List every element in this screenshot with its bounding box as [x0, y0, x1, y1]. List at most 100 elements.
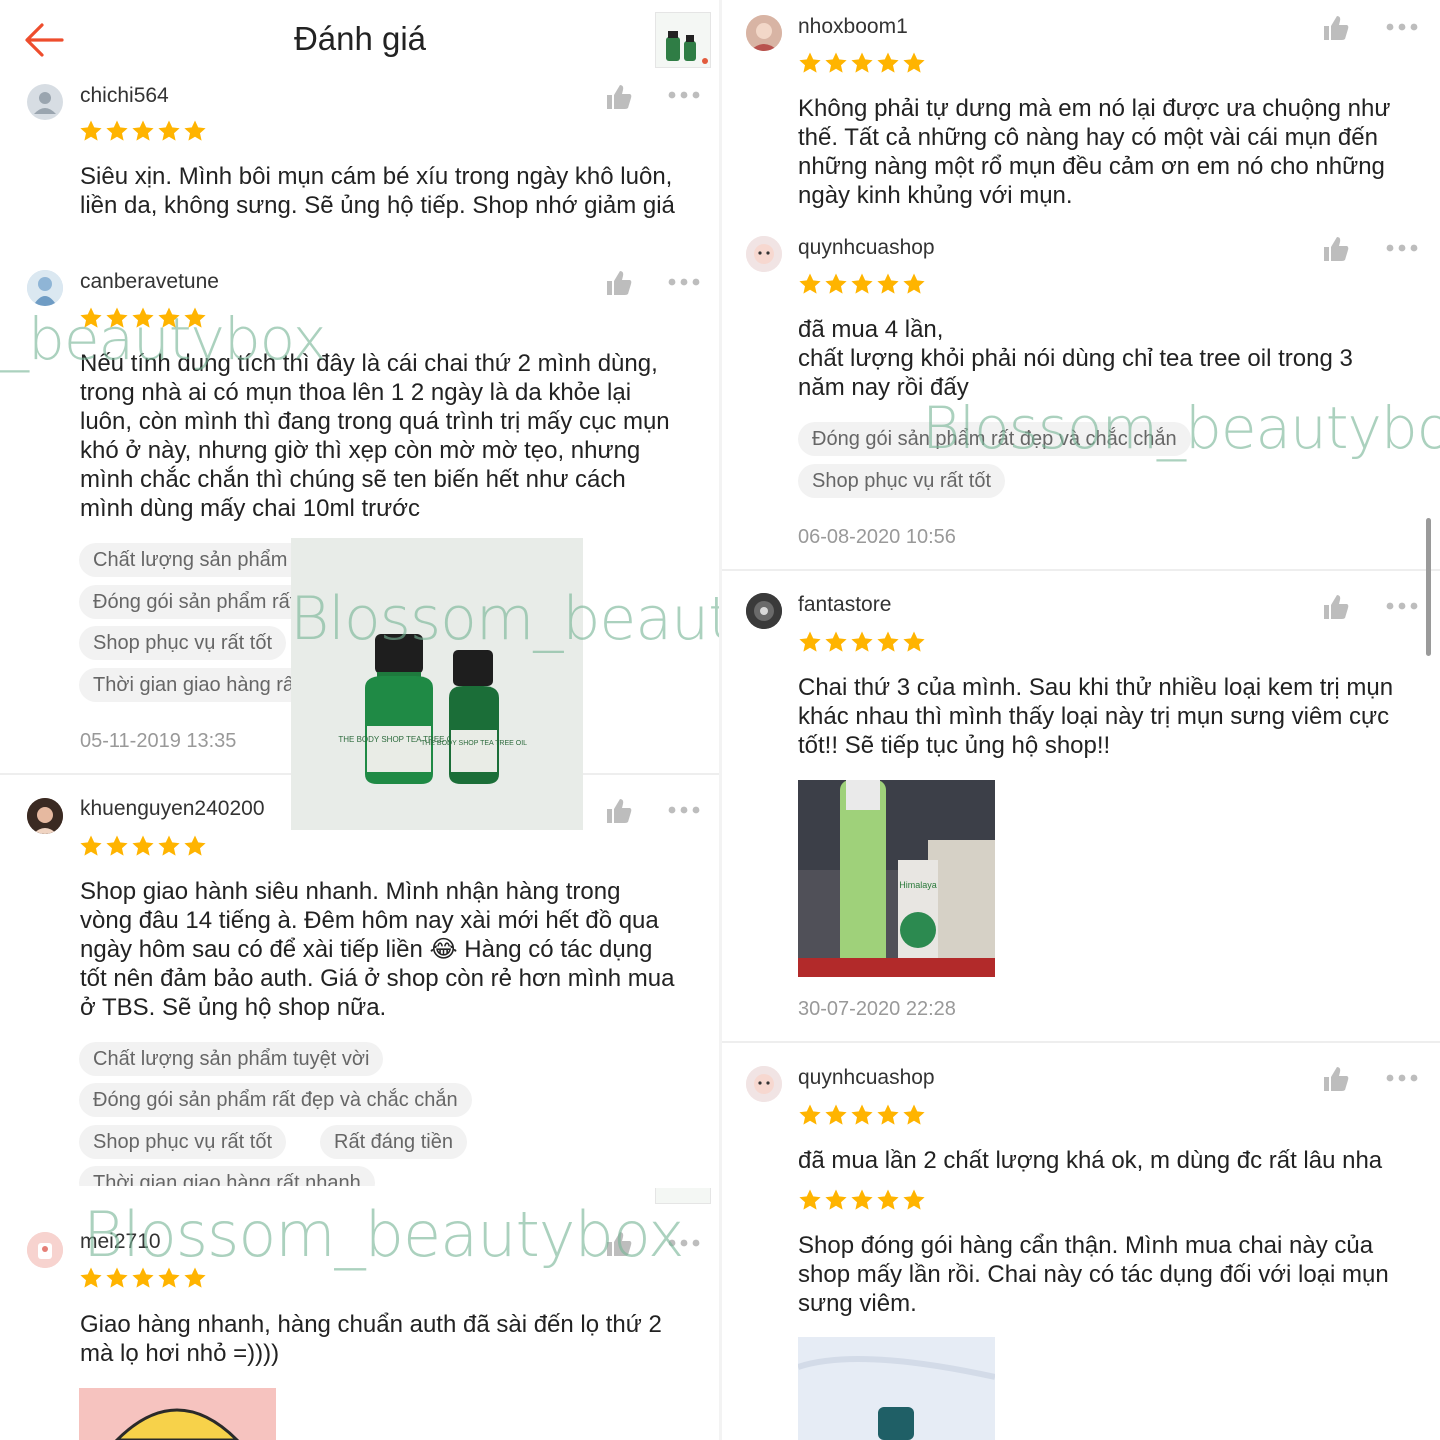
review-username[interactable]: quynhcuashop — [798, 1066, 935, 1090]
product-bottle-image — [666, 31, 708, 64]
product-photo[interactable]: THE BODY SHOP TEA TREE OIL THE BODY SHOP… — [291, 538, 583, 830]
emoji-sticker-image — [79, 1388, 276, 1440]
review-text-line: ngày hôm sau có để xài tiếp liền 😂 Hàng … — [80, 936, 653, 963]
star-rating — [798, 630, 926, 654]
review-text-line: liền da, không sưng. Sẽ ủng hộ tiếp. Sho… — [80, 192, 675, 219]
more-dots-icon[interactable] — [668, 805, 700, 815]
bottle-photo-image — [798, 1337, 995, 1440]
more-dots-icon[interactable] — [1386, 601, 1418, 611]
review-username[interactable]: fantastore — [798, 593, 891, 617]
star-icon — [825, 631, 847, 652]
product-thumbnail[interactable] — [655, 12, 711, 68]
avatar[interactable] — [27, 270, 63, 306]
review-photo[interactable] — [79, 1388, 276, 1440]
star-icon — [184, 307, 206, 328]
review-text-line: đã mua lần 2 chất lượng khá ok, m dùng đ… — [798, 1147, 1383, 1174]
review-separator — [722, 1041, 1440, 1043]
review-text-line: chất lượng khỏi phải nói dùng chỉ tea tr… — [798, 345, 1353, 372]
more-dots-icon[interactable] — [1386, 22, 1418, 32]
thumbs-up-icon[interactable] — [604, 796, 634, 826]
star-icon — [877, 1104, 899, 1125]
star-rating — [798, 272, 926, 296]
star-icon — [158, 1267, 180, 1288]
review-photo[interactable] — [798, 1337, 995, 1440]
scrollbar[interactable] — [1426, 518, 1431, 656]
review-text-line: Nếu tính dung tích thì đây là cái chai t… — [80, 350, 658, 377]
review-photo[interactable]: Himalaya — [798, 780, 995, 977]
review-text-line: Shop giao hành siêu nhanh. Mình nhận hàn… — [80, 878, 621, 905]
star-icon — [106, 120, 128, 141]
more-dots-icon[interactable] — [668, 277, 700, 287]
star-icon — [903, 1189, 925, 1210]
thumbs-up-icon[interactable] — [604, 82, 634, 112]
thumbs-up-icon[interactable] — [604, 1229, 634, 1259]
review-timestamp: 06-08-2020 10:56 — [798, 526, 956, 548]
review-tag: Đóng gói sản phẩm rất đẹp và chắc chắn — [798, 422, 1191, 456]
thumbs-up-icon[interactable] — [1321, 13, 1351, 43]
star-icon — [80, 1267, 102, 1288]
review-text-line: khác nhau thì mình thấy loại này trị mụn… — [798, 703, 1390, 730]
review-text-line: trong nhà ai có mụn thoa lên 1 2 ngày là… — [80, 379, 632, 406]
star-icon — [903, 273, 925, 294]
star-icon — [903, 52, 925, 73]
thumbs-up-icon[interactable] — [604, 268, 634, 298]
header-bar: Đánh giá — [0, 0, 720, 80]
review-username[interactable]: canberavetune — [80, 270, 219, 294]
review-text-line: vòng đâu 14 tiếng à. Đêm hôm nay xài mới… — [80, 907, 659, 934]
review-text-line: Siêu xịn. Mình bôi mụn cám bé xíu trong … — [80, 163, 673, 190]
avatar[interactable] — [746, 1066, 782, 1102]
more-dots-icon[interactable] — [668, 90, 700, 100]
review-text-line: đã mua 4 lần, — [798, 316, 944, 343]
star-icon — [877, 273, 899, 294]
review-text: đã mua 4 lần, chất lượng khỏi phải nói d… — [798, 315, 1353, 402]
star-icon — [851, 1104, 873, 1125]
avatar[interactable] — [746, 15, 782, 51]
review-separator — [722, 569, 1440, 571]
star-rating — [79, 306, 207, 330]
review-text-line: sưng viêm. — [798, 1290, 917, 1317]
more-dots-icon[interactable] — [1386, 243, 1418, 253]
avatar-cartoon-image — [27, 1232, 63, 1268]
thumbs-up-icon[interactable] — [1321, 1064, 1351, 1094]
review-text-line: thế. Tất cả những cô nàng hay có một vài… — [798, 124, 1378, 151]
review-username[interactable]: nhoxboom1 — [798, 15, 908, 39]
star-icon — [799, 1104, 821, 1125]
star-icon — [799, 273, 821, 294]
cut-mask — [0, 222, 720, 234]
star-rating — [79, 834, 207, 858]
review-text-line: ở TBS. Sẽ ủng hộ shop nữa. — [80, 994, 387, 1021]
star-icon — [184, 835, 206, 856]
avatar[interactable] — [746, 236, 782, 272]
star-icon — [851, 631, 873, 652]
more-dots-icon[interactable] — [1386, 1073, 1418, 1083]
review-text-line: mình dùng mấy chai 10ml trước — [80, 495, 420, 522]
review-text: Shop đóng gói hàng cẩn thận. Mình mua ch… — [798, 1231, 1389, 1318]
thumbs-up-icon[interactable] — [1321, 234, 1351, 264]
review-text-line: shop mấy lần rồi. Chai này có tác dụng đ… — [798, 1261, 1389, 1288]
review-username[interactable]: khuenguyen240200 — [80, 797, 265, 821]
thumbs-up-icon[interactable] — [1321, 592, 1351, 622]
review-tag: Chất lượng sản phẩm tuyệt vời — [79, 1042, 384, 1076]
page-title: Đánh giá — [293, 20, 427, 57]
review-text: Shop giao hành siêu nhanh. Mình nhận hàn… — [80, 877, 675, 1022]
more-dots-icon[interactable] — [668, 1238, 700, 1248]
review-text-line: ngày kinh khủng với mụn. — [798, 182, 1073, 209]
star-icon — [903, 1104, 925, 1125]
review-username[interactable]: mei2710 — [80, 1230, 161, 1254]
review-tag: Shop phục vụ rất tốt — [798, 464, 1006, 498]
review-tag: Shop phục vụ rất tốt — [79, 1125, 287, 1159]
avatar[interactable] — [746, 593, 782, 629]
star-icon — [80, 307, 102, 328]
review-username[interactable]: chichi564 — [80, 84, 169, 108]
star-icon — [80, 835, 102, 856]
avatar-default[interactable] — [27, 84, 63, 120]
star-icon — [799, 631, 821, 652]
star-rating — [79, 119, 207, 143]
review-username[interactable]: quynhcuashop — [798, 236, 935, 260]
star-icon — [877, 52, 899, 73]
avatar[interactable] — [27, 798, 63, 834]
avatar[interactable] — [27, 1232, 63, 1268]
star-icon — [132, 120, 154, 141]
review-text-line: Chai thứ 3 của mình. Sau khi thử nhiều l… — [798, 674, 1394, 701]
right-screenshot: nhoxboom1 Không phải tự dưng mà em nó lạ… — [722, 0, 1440, 1440]
